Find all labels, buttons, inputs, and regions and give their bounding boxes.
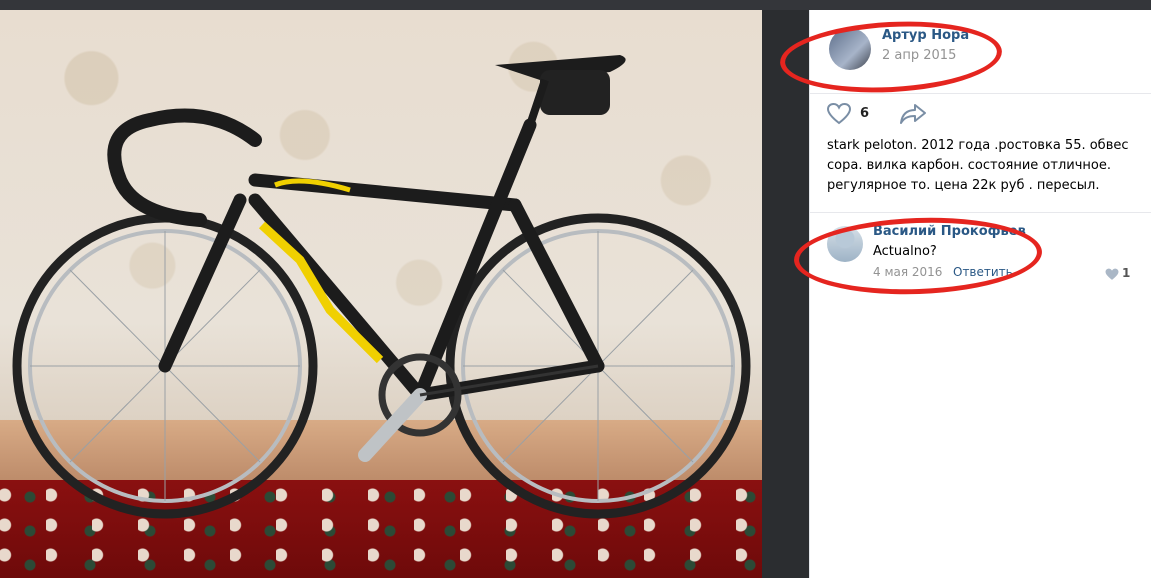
author-avatar[interactable] [829, 28, 871, 70]
photo-viewer: Артур Нора 2 апр 2015 6 stark peloton. 2… [0, 10, 1151, 578]
top-bar [0, 0, 1151, 10]
heart-icon [826, 102, 852, 125]
reply-link[interactable]: Ответить [953, 265, 1013, 279]
post-date-link[interactable]: 2 апр 2015 [882, 48, 956, 63]
post-side-panel: Артур Нора 2 апр 2015 6 stark peloton. 2… [778, 10, 1151, 578]
comment-author-name-link[interactable]: Василий Прокофьев [873, 224, 1026, 239]
bicycle-image [12, 55, 751, 519]
post-text: stark peloton. 2012 года .ростовка 55. о… [827, 138, 1129, 193]
post-photo[interactable] [0, 10, 762, 578]
comment-date-link[interactable]: 4 мая 2016 [873, 265, 942, 279]
comment-like-button[interactable]: 1 [1105, 266, 1130, 282]
comment-author-avatar[interactable] [827, 226, 863, 262]
author-name-link[interactable]: Артур Нора [882, 28, 969, 43]
post-author-header: Артур Нора 2 апр 2015 [810, 10, 1151, 94]
share-button[interactable] [899, 102, 927, 128]
heart-small-icon [1105, 268, 1119, 280]
like-button[interactable]: 6 [826, 102, 882, 128]
like-count: 6 [860, 106, 870, 121]
divider [810, 212, 1151, 213]
share-arrow-icon [900, 104, 926, 124]
comment-item: Василий Прокофьев Actualno? 4 мая 2016 О… [810, 224, 1151, 294]
comment-like-count: 1 [1122, 266, 1131, 280]
comment-text: Actualno? [873, 244, 937, 259]
